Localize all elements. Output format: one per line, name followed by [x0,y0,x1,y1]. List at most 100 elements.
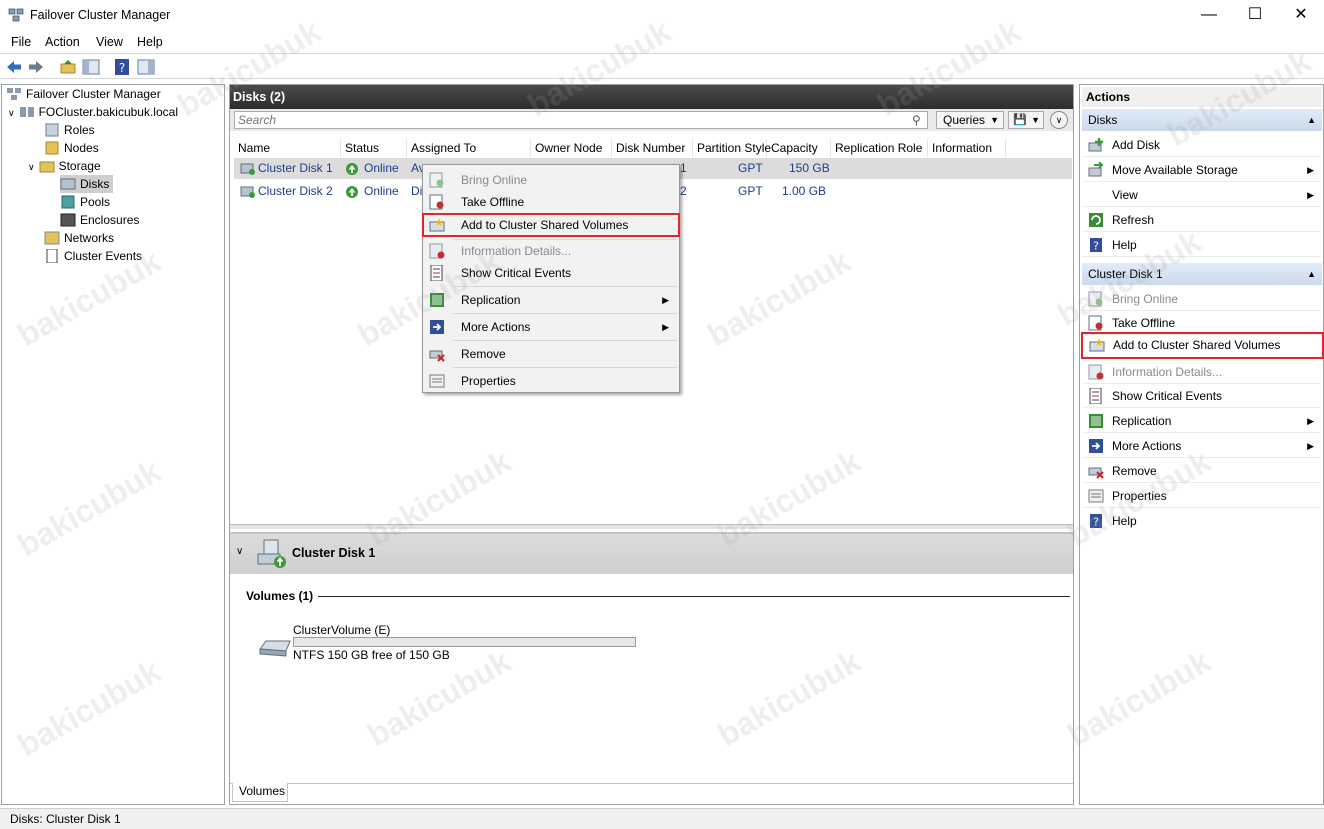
action-add-to-csv[interactable]: Add to Cluster Shared Volumes [1081,332,1324,359]
action-bring-online[interactable]: Bring Online [1082,287,1320,311]
ctx-add-to-csv[interactable]: Add to Cluster Shared Volumes [422,213,680,237]
splitter[interactable] [230,524,1073,529]
maximize-button[interactable]: ☐ [1232,0,1278,32]
action-move-available-storage[interactable]: Move Available Storage ▶ [1082,158,1320,182]
tree-item-nodes[interactable]: Nodes [44,139,99,157]
ctx-information-details[interactable]: Information Details... [423,240,679,262]
action-help-cluster-disk[interactable]: ? Help [1082,509,1320,533]
tree-item-enclosures[interactable]: Enclosures [60,211,139,229]
tree-item-cluster[interactable]: ∨ FOCluster.bakicubuk.local [8,103,178,121]
actions-section-cluster-disk-1[interactable]: Cluster Disk 1 ▲ [1082,263,1322,285]
section-title: Cluster Disk 1 [1088,267,1163,281]
action-help-disks[interactable]: ? Help [1082,233,1320,257]
disk-icon [240,186,255,198]
critical-events-icon [1089,388,1102,404]
volume-name: ClusterVolume (E) [293,623,391,637]
tree-item-cluster-events[interactable]: Cluster Events [44,247,142,265]
action-label: More Actions [1112,439,1182,453]
submenu-arrow-icon: ▶ [1307,441,1314,451]
action-label: Refresh [1112,213,1155,227]
up-folder-icon[interactable] [59,58,77,76]
column-name[interactable]: Name [234,139,341,157]
ctx-properties[interactable]: Properties [423,370,679,392]
action-view[interactable]: View ▶ [1082,183,1320,207]
section-title: Disks [1088,113,1118,127]
action-show-critical-events[interactable]: Show Critical Events [1082,384,1320,408]
menu-file[interactable]: File [11,35,31,49]
action-label: Help [1112,238,1137,252]
ctx-remove[interactable]: Remove [423,343,679,365]
column-information[interactable]: Information [928,139,1006,157]
menu-action[interactable]: Action [45,35,80,49]
search-icon[interactable]: ⚲ [912,113,921,127]
search-input[interactable] [234,111,928,129]
window-title: Failover Cluster Manager [30,8,171,22]
ctx-replication[interactable]: Replication ▶ [423,289,679,311]
chevron-down-icon[interactable]: ∨ [28,162,35,172]
action-label: Add Disk [1112,138,1161,152]
column-assigned-to[interactable]: Assigned To [407,139,531,157]
collapse-up-icon[interactable]: ▲ [1307,263,1316,285]
collapse-chevron-icon[interactable]: ∨ [236,546,243,557]
action-replication[interactable]: Replication ▶ [1082,409,1320,433]
disk-icon [240,163,255,175]
help-icon[interactable]: ? [113,58,131,76]
column-replication-role[interactable]: Replication Role [831,139,928,157]
tree-item-pools[interactable]: Pools [60,193,110,211]
online-status-icon [346,163,358,175]
tab-volumes[interactable]: Volumes [232,783,288,802]
tree-item-storage[interactable]: ∨ Storage [28,157,101,175]
tree-label: Cluster Events [64,249,143,263]
forward-arrow-icon[interactable] [27,58,45,76]
ctx-take-offline[interactable]: Take Offline [423,191,679,213]
column-partition-style[interactable]: Partition Style [693,139,771,157]
action-more-actions[interactable]: More Actions ▶ [1082,434,1320,458]
more-actions-icon [1089,439,1103,453]
action-refresh[interactable]: Refresh [1082,208,1320,232]
svg-text:?: ? [119,61,125,75]
tree-item-root[interactable]: Failover Cluster Manager [6,85,161,103]
back-arrow-icon[interactable] [5,58,23,76]
column-status[interactable]: Status [341,139,407,157]
volume-drive-icon [259,640,291,657]
menu-help[interactable]: Help [137,35,163,49]
collapse-circle-icon[interactable]: ∨ [1050,111,1068,129]
cluster-events-icon [46,249,58,263]
column-disk-number[interactable]: Disk Number [612,139,693,157]
chevron-down-icon[interactable]: ∨ [8,108,15,118]
column-capacity[interactable]: Capacity [767,139,831,157]
tree-label: Roles [64,123,95,137]
tree-label: Enclosures [80,213,140,227]
cell-disk-number: 2 [680,184,687,198]
minimize-button[interactable]: — [1186,0,1232,32]
ctx-bring-online[interactable]: Bring Online [423,169,679,191]
action-properties[interactable]: Properties [1082,484,1320,508]
collapse-up-icon[interactable]: ▲ [1307,109,1316,131]
action-remove[interactable]: Remove [1082,459,1320,483]
cell-name: Cluster Disk 1 [258,161,333,175]
ctx-show-critical-events[interactable]: Show Critical Events [423,262,679,284]
pools-icon [61,195,75,209]
action-information-details[interactable]: Information Details... [1082,360,1320,384]
show-hide-tree-icon[interactable] [82,58,100,76]
tree-label: Networks [64,231,115,245]
cluster-app-icon [8,8,24,22]
action-add-disk[interactable]: Add Disk [1082,133,1320,157]
actions-section-disks[interactable]: Disks ▲ [1082,109,1322,131]
show-actions-pane-icon[interactable] [137,58,155,76]
save-query-button[interactable]: 💾 ▼ [1008,111,1044,129]
cell-status: Online [364,161,399,175]
online-status-icon [346,186,358,198]
column-owner-node[interactable]: Owner Node [531,139,612,157]
close-button[interactable]: ✕ [1278,0,1324,32]
action-label: Move Available Storage [1112,163,1238,177]
ctx-label: Information Details... [461,244,572,258]
tree-item-roles[interactable]: Roles [44,121,95,139]
action-label: Add to Cluster Shared Volumes [1113,338,1281,352]
queries-button[interactable]: Queries ▼ [936,111,1004,129]
cell-capacity: 1.00 GB [782,184,827,198]
menu-view[interactable]: View [96,35,123,49]
tree-item-disks[interactable]: Disks [60,175,114,193]
tree-item-networks[interactable]: Networks [44,229,114,247]
ctx-more-actions[interactable]: More Actions ▶ [423,316,679,338]
